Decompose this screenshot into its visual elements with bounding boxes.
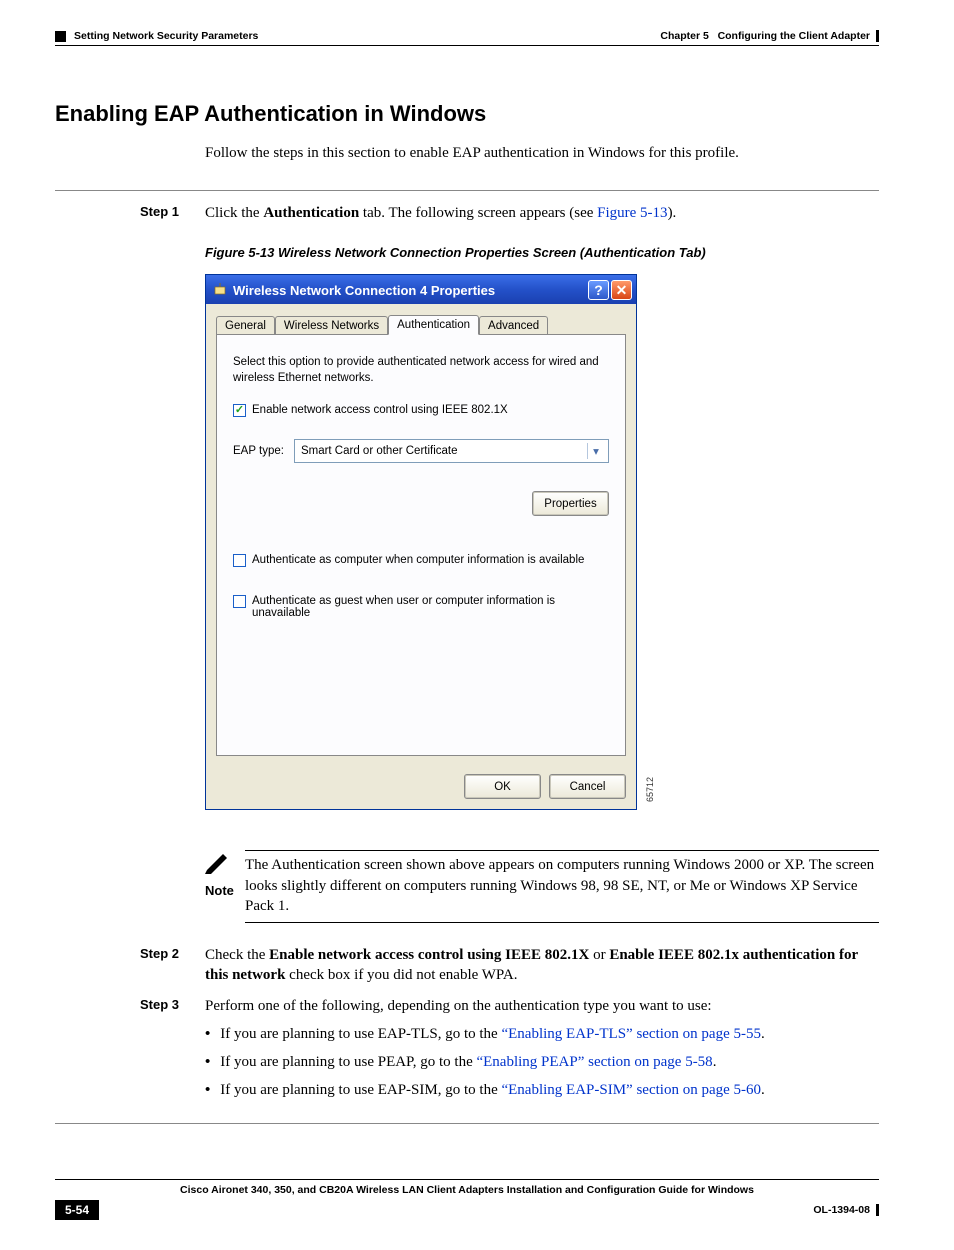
section-heading: Enabling EAP Authentication in Windows bbox=[55, 101, 879, 127]
dialog-tabs: General Wireless Networks Authentication… bbox=[216, 314, 626, 334]
step-1: Step 1 Click the Authentication tab. The… bbox=[55, 203, 879, 223]
header-chapter-title: Configuring the Client Adapter bbox=[718, 30, 870, 42]
header-section: Setting Network Security Parameters bbox=[74, 30, 258, 42]
step-2: Step 2 Check the Enable network access c… bbox=[55, 945, 879, 986]
step-1-body: Click the Authentication tab. The follow… bbox=[205, 203, 879, 223]
header-rule bbox=[55, 45, 879, 46]
step-2-body: Check the Enable network access control … bbox=[205, 945, 879, 986]
step-3-intro: Perform one of the following, depending … bbox=[205, 998, 712, 1014]
tab-general[interactable]: General bbox=[216, 316, 275, 335]
page-number-badge: 5-54 bbox=[55, 1200, 99, 1220]
eap-type-label: EAP type: bbox=[233, 445, 284, 457]
checkbox-auth-as-computer-label: Authenticate as computer when computer i… bbox=[252, 554, 584, 566]
step-rule-bottom bbox=[55, 1123, 879, 1124]
checkbox-enable-8021x-label: Enable network access control using IEEE… bbox=[252, 404, 508, 416]
tab-content: Select this option to provide authentica… bbox=[216, 334, 626, 756]
link-eap-sim[interactable]: “Enabling EAP-SIM” section on page 5-60 bbox=[501, 1082, 761, 1098]
ok-button[interactable]: OK bbox=[464, 774, 541, 799]
checkbox-enable-8021x[interactable] bbox=[233, 404, 246, 417]
page-header: Setting Network Security Parameters Chap… bbox=[55, 30, 879, 42]
figure-link[interactable]: Figure 5-13 bbox=[597, 205, 667, 221]
note-text: The Authentication screen shown above ap… bbox=[245, 857, 874, 914]
footer-book-title: Cisco Aironet 340, 350, and CB20A Wirele… bbox=[55, 1184, 879, 1196]
step-rule-top bbox=[55, 190, 879, 191]
page-footer: Cisco Aironet 340, 350, and CB20A Wirele… bbox=[55, 1179, 879, 1220]
bullet-eap-sim: If you are planning to use EAP-SIM, go t… bbox=[205, 1080, 879, 1100]
footer-bar-icon bbox=[876, 1204, 879, 1216]
dialog-button-row: OK Cancel bbox=[206, 768, 636, 809]
tab-advanced[interactable]: Advanced bbox=[479, 316, 548, 335]
bullet-peap: If you are planning to use PEAP, go to t… bbox=[205, 1052, 879, 1072]
note-rule bbox=[245, 922, 879, 923]
step-3: Step 3 Perform one of the following, dep… bbox=[55, 996, 879, 1109]
step-2-label: Step 2 bbox=[140, 945, 205, 986]
wireless-icon bbox=[212, 283, 227, 298]
eap-type-value: Smart Card or other Certificate bbox=[301, 445, 458, 457]
header-bar-icon bbox=[876, 30, 879, 42]
dialog-titlebar: Wireless Network Connection 4 Properties… bbox=[206, 275, 636, 304]
intro-text: Follow the steps in this section to enab… bbox=[205, 145, 879, 162]
bullet-eap-tls: If you are planning to use EAP-TLS, go t… bbox=[205, 1024, 879, 1044]
checkbox-auth-as-guest-label: Authenticate as guest when user or compu… bbox=[252, 595, 609, 619]
checkbox-auth-as-computer[interactable] bbox=[233, 554, 246, 567]
tab-wireless-networks[interactable]: Wireless Networks bbox=[275, 316, 388, 335]
note-label: Note bbox=[205, 883, 234, 898]
pencil-icon bbox=[205, 850, 233, 881]
figure-caption: Figure 5-13 Wireless Network Connection … bbox=[205, 245, 879, 260]
link-eap-tls[interactable]: “Enabling EAP-TLS” section on page 5-55 bbox=[501, 1026, 761, 1042]
figure-number: 65712 bbox=[645, 777, 655, 802]
cancel-button[interactable]: Cancel bbox=[549, 774, 626, 799]
help-button[interactable]: ? bbox=[588, 280, 609, 300]
step-1-label: Step 1 bbox=[140, 203, 205, 223]
header-marker-icon bbox=[55, 31, 66, 42]
checkbox-auth-as-guest[interactable] bbox=[233, 595, 246, 608]
step-3-body: Perform one of the following, depending … bbox=[205, 996, 879, 1109]
step-3-label: Step 3 bbox=[140, 996, 205, 1109]
chevron-down-icon: ▾ bbox=[587, 443, 604, 459]
properties-button[interactable]: Properties bbox=[532, 491, 609, 516]
link-peap[interactable]: “Enabling PEAP” section on page 5-58 bbox=[476, 1054, 712, 1070]
eap-type-dropdown[interactable]: Smart Card or other Certificate ▾ bbox=[294, 439, 609, 463]
doc-id: OL-1394-08 bbox=[813, 1204, 879, 1216]
dialog-window: Wireless Network Connection 4 Properties… bbox=[205, 274, 637, 810]
note-block: Note The Authentication screen shown abo… bbox=[205, 850, 879, 923]
dialog-description: Select this option to provide authentica… bbox=[233, 355, 609, 386]
dialog-title: Wireless Network Connection 4 Properties bbox=[233, 283, 586, 298]
tab-authentication[interactable]: Authentication bbox=[388, 315, 479, 335]
close-button[interactable]: ✕ bbox=[611, 280, 632, 300]
header-chapter-label: Chapter 5 bbox=[660, 30, 708, 42]
